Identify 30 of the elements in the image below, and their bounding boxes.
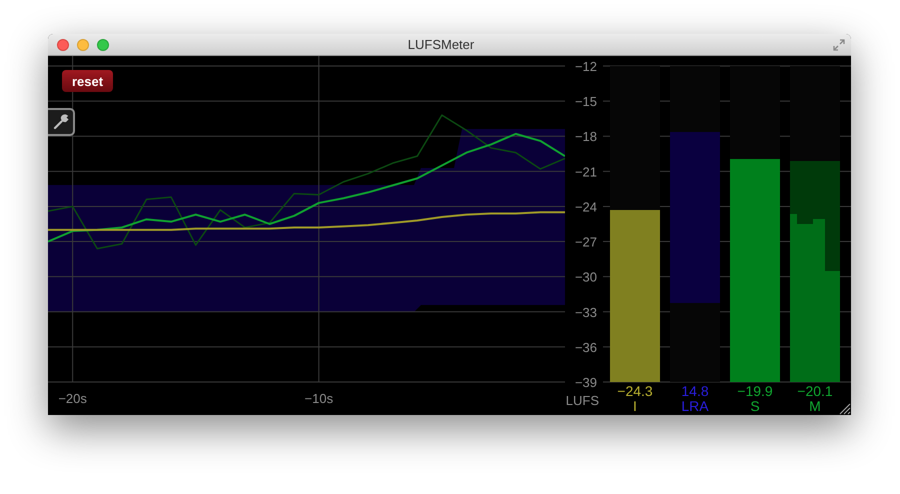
axis-tick-label: −24 [574, 199, 597, 214]
axis-tick-label: −39 [574, 375, 597, 390]
axis-unit-label: LUFS [566, 393, 599, 408]
meter-reading: −24.3 [617, 384, 653, 399]
minimize-button[interactable] [77, 38, 89, 50]
axis-tick-label: −10s [304, 391, 334, 406]
axis-tick-label: −20s [58, 391, 87, 406]
settings-button[interactable] [48, 108, 75, 136]
window-title: LUFSMeter [408, 36, 474, 54]
meter-label: LRA [681, 399, 709, 414]
axis-tick-label: −21 [574, 164, 597, 180]
meter-label: S [750, 399, 760, 414]
meter-reading: 14.8 [681, 384, 709, 399]
fullscreen-icon[interactable] [833, 38, 845, 50]
axis-tick-label: −33 [574, 304, 597, 320]
resize-grip-icon[interactable] [837, 401, 851, 415]
close-button[interactable] [57, 38, 69, 50]
meter-reading: −20.1 [797, 384, 833, 399]
axis-tick-label: −27 [574, 234, 597, 250]
zoom-button[interactable] [97, 38, 109, 50]
axis-tick-label: −18 [574, 129, 597, 144]
meter-label: M [809, 399, 821, 414]
meter-label: I [633, 399, 637, 414]
axis-tick-label: −36 [574, 340, 597, 355]
meter-reading: −19.9 [737, 384, 773, 399]
reset-button[interactable]: reset [62, 70, 114, 92]
axis-tick-label: −30 [574, 270, 597, 285]
axis-tick-label: −12 [574, 59, 597, 74]
axis-tick-label: −15 [574, 94, 597, 110]
wrench-icon [52, 114, 68, 130]
